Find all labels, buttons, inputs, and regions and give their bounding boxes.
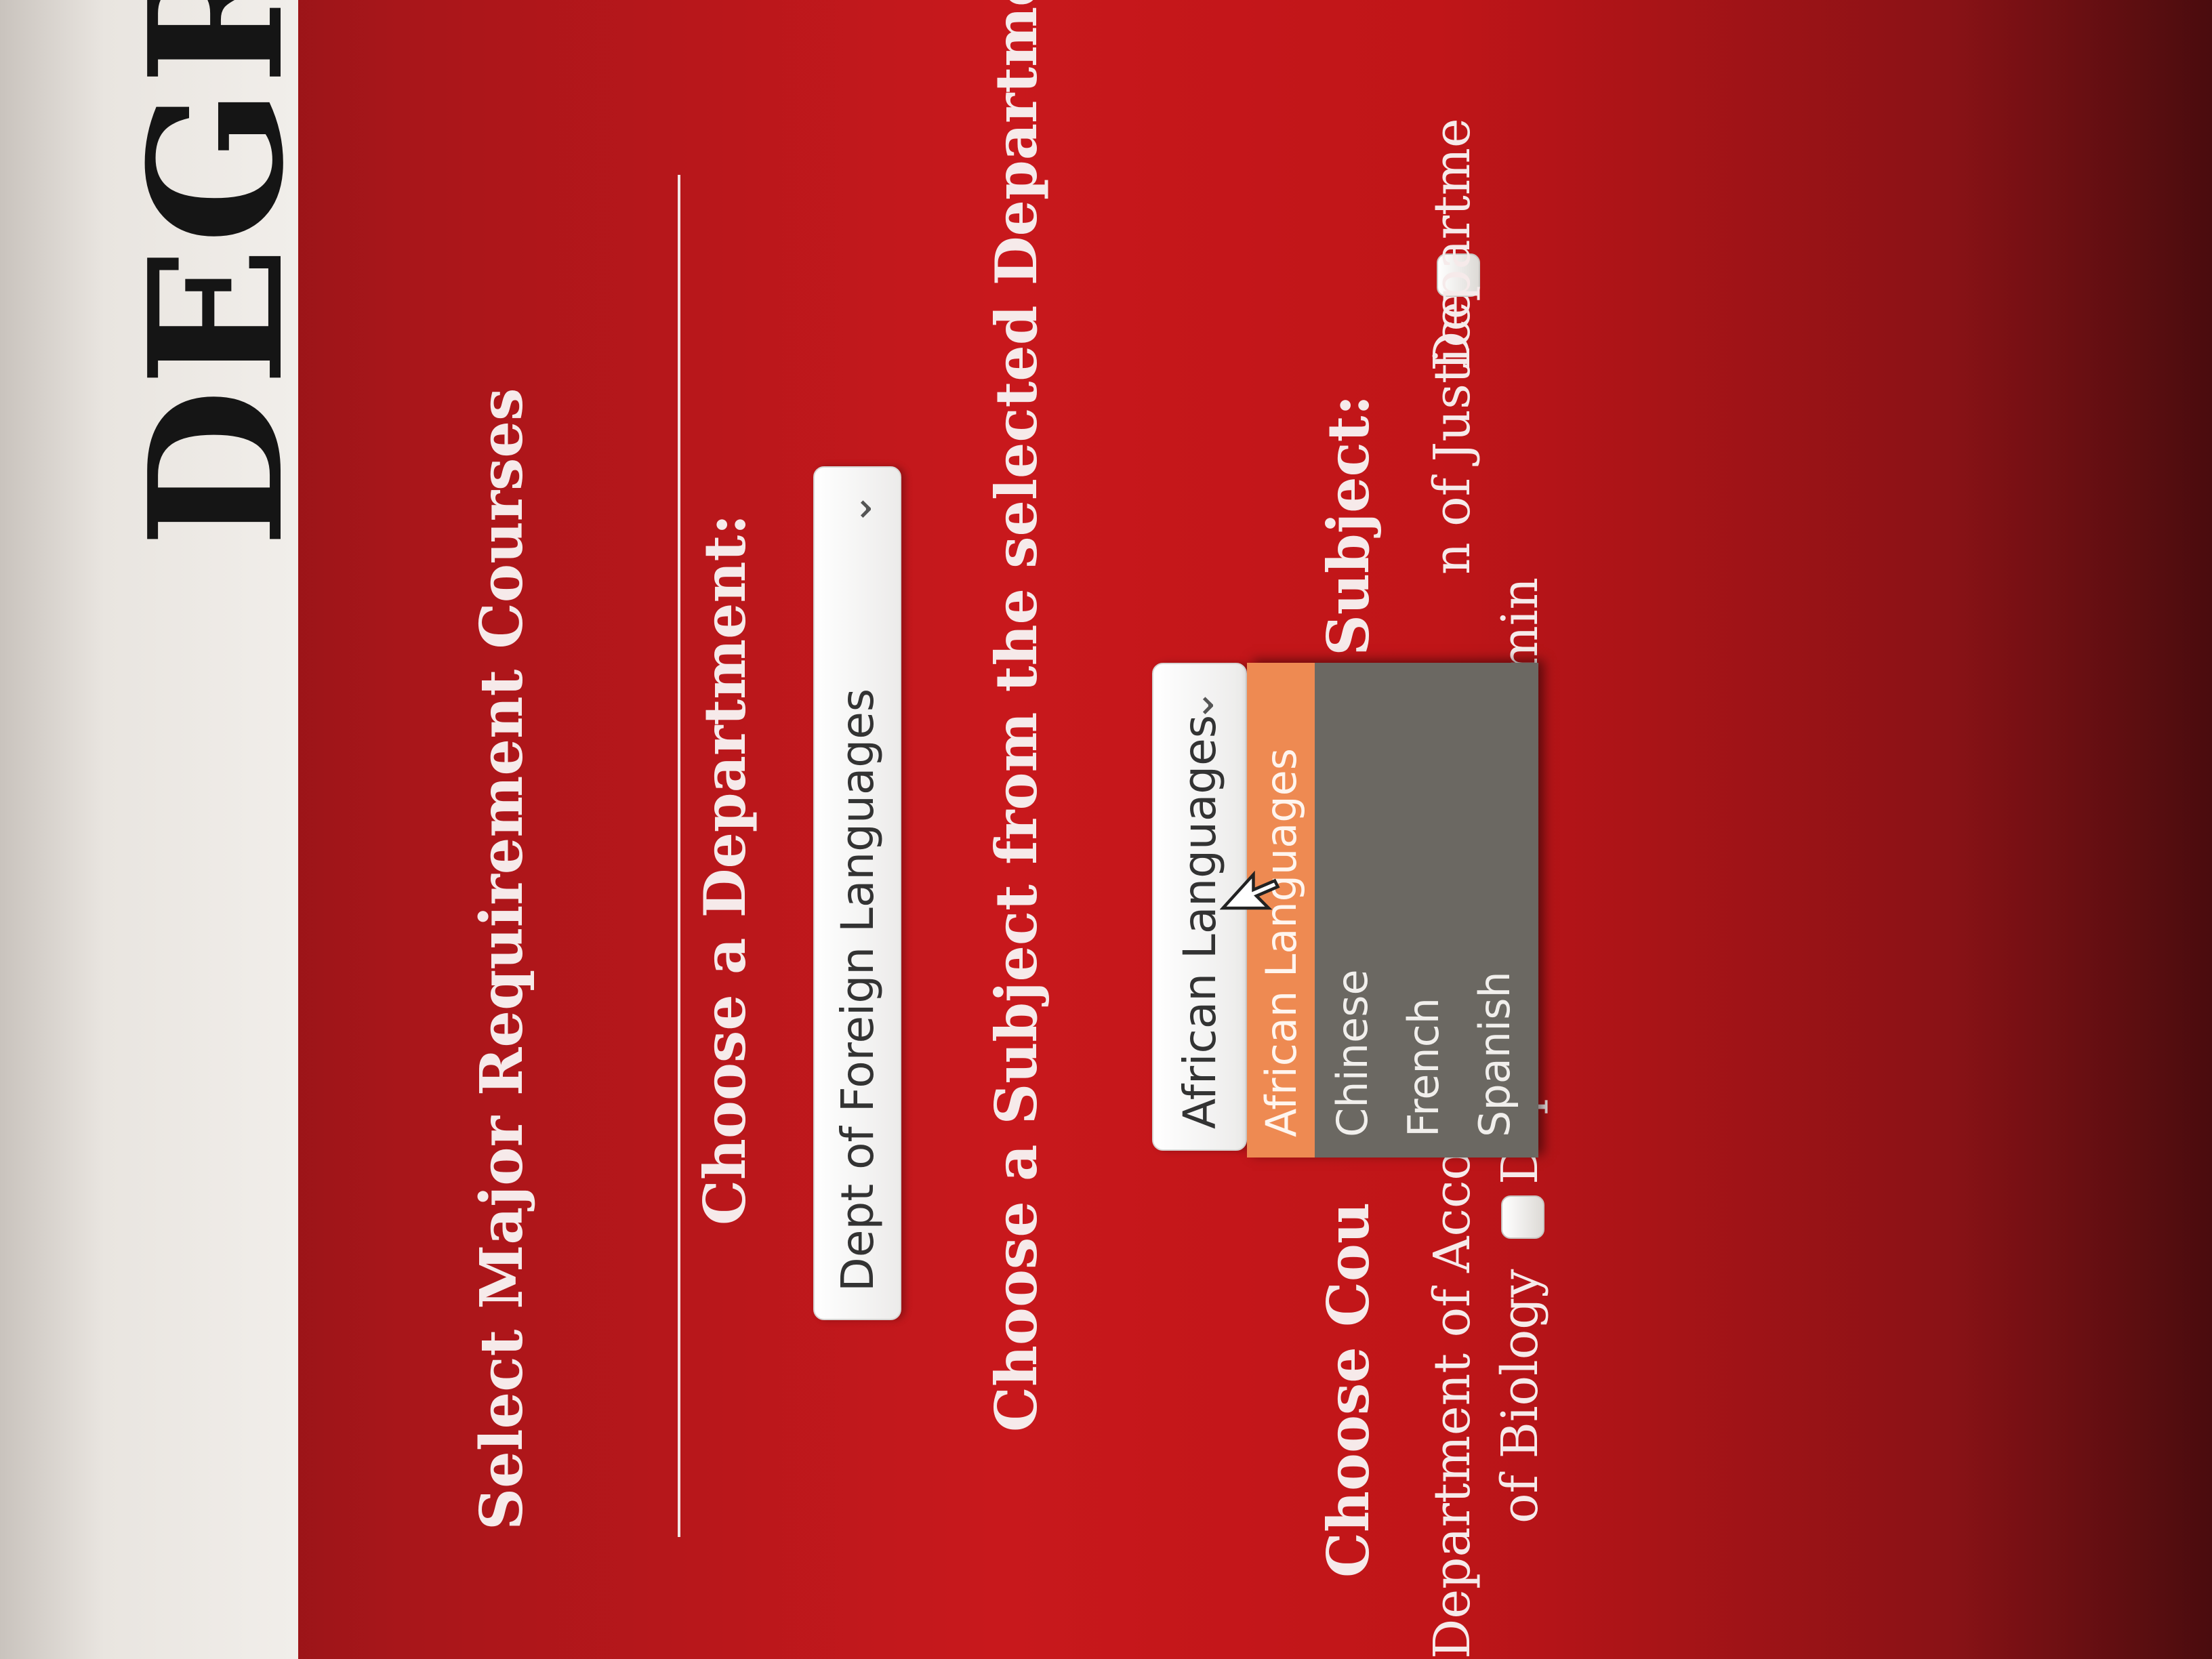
section-title: Select Major Requirement Courses [468,388,536,1530]
checkbox-label-next-department: Departme [1423,118,1481,371]
subject-select-value: African Languages [1173,714,1226,1129]
page: DEGRI Select Major Requirement Courses C… [0,0,2212,1659]
department-label: Choose a Department: [691,514,758,1225]
subject-option-chinese[interactable]: Chinese [1318,663,1386,1158]
page-header-title: DEGRI [108,0,324,548]
header-band: DEGRI [0,0,324,1659]
section-divider [678,175,680,1537]
subject-dropdown-menu: African Languages Chinese French Spanish [1247,663,1538,1158]
content-area: Select Major Requirement Courses Choose … [298,0,2212,1659]
subject-option-french[interactable]: French [1389,663,1457,1158]
subject-label: Choose a Subject from the selected Depar… [983,0,1050,1432]
subject-option-spanish[interactable]: Spanish [1460,663,1528,1158]
course-label: Choose Cou [1315,1202,1382,1578]
department-select[interactable]: Dept of Foreign Languages ⌄ [813,466,901,1320]
chevron-down-icon: ⌄ [1176,689,1223,723]
chevron-down-icon: ⌄ [834,492,881,527]
mouse-pointer-icon [1220,870,1280,910]
department-select-value: Dept of Foreign Languages [831,688,884,1292]
screen: DEGRI Select Major Requirement Courses C… [0,0,2212,1659]
checkbox-business-admin[interactable] [1501,1195,1544,1239]
checkbox-label-biology: of Biology [1491,1269,1549,1523]
